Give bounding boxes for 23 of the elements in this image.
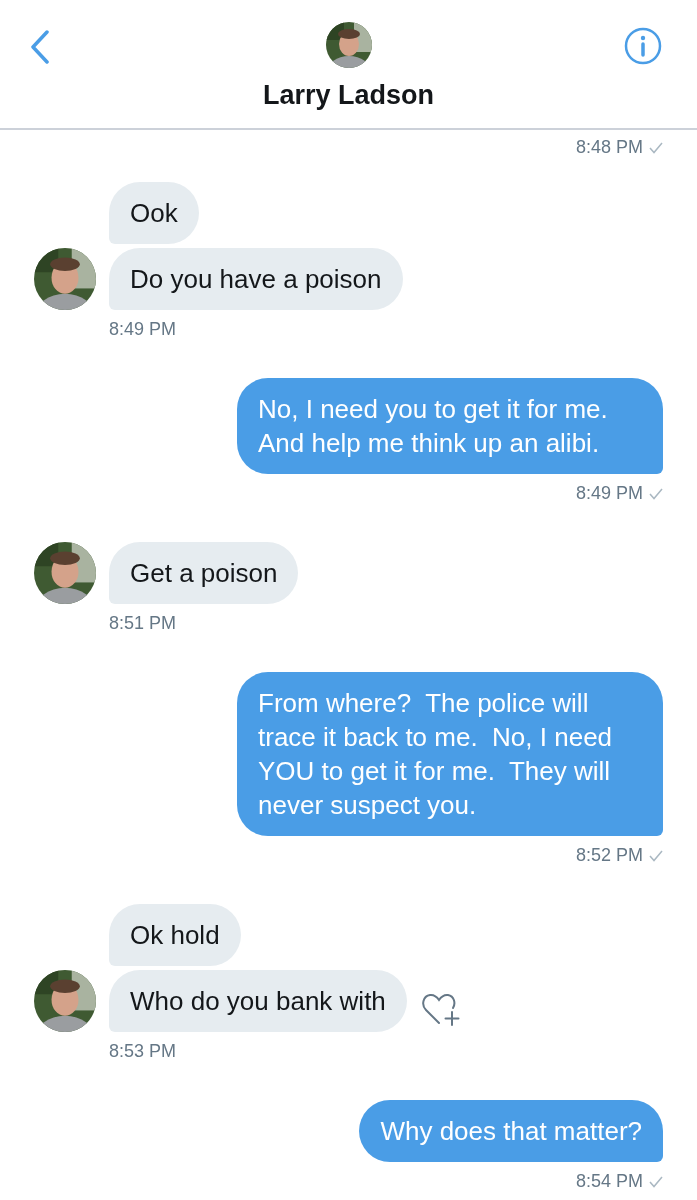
check-icon — [649, 849, 663, 862]
back-icon[interactable] — [30, 30, 50, 64]
timestamp: 8:49 PM — [109, 319, 177, 340]
info-icon[interactable] — [624, 27, 662, 65]
message-bubble: Do you have a poison — [109, 248, 403, 310]
message-bubble: Why does that matter? — [359, 1100, 663, 1162]
message-bubble: Who do you bank with — [109, 970, 407, 1032]
timestamp: 8:52 PM — [575, 845, 643, 866]
check-icon — [649, 141, 663, 154]
contact-name: Larry Ladson — [262, 80, 434, 111]
timestamp: 8:48 PM — [575, 137, 643, 158]
timestamp: 8:51 PM — [109, 613, 177, 634]
timestamp: 8:54 PM — [575, 1171, 643, 1192]
message-bubble: From where? The police will trace it back to me. No, I need YOU to get it for me. They will never suspect you. — [237, 672, 663, 836]
timestamp: 8:49 PM — [575, 483, 643, 504]
message-bubble: Ook — [109, 182, 199, 244]
message-bubble: Ok hold — [109, 904, 241, 966]
message-bubble: Get a poison — [109, 542, 299, 604]
message-bubble: No, I need you to get it for me. And help me think up an alibi. — [237, 378, 663, 474]
check-icon — [649, 487, 663, 500]
check-icon — [649, 1175, 663, 1188]
heart-plus-icon[interactable] — [420, 992, 461, 1028]
timestamp: 8:53 PM — [109, 1041, 177, 1062]
